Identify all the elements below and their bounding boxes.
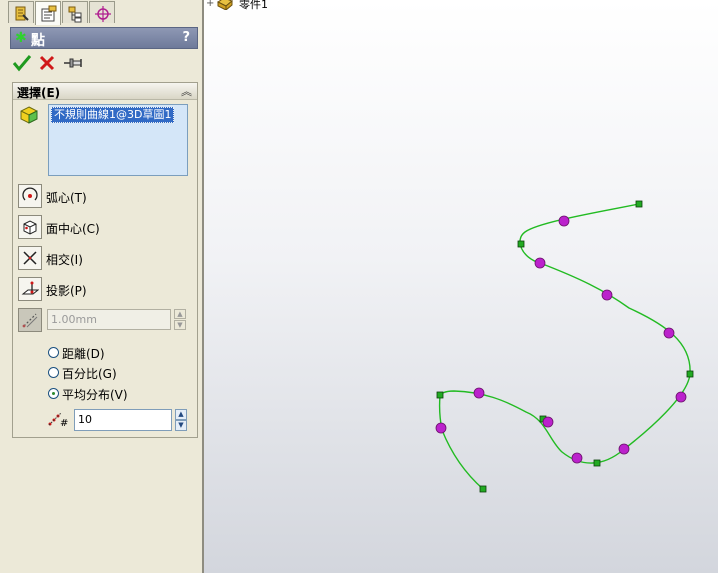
feature-manager-icon <box>15 6 29 21</box>
tab-property-manager[interactable] <box>35 1 61 25</box>
spline-handle[interactable] <box>479 485 487 493</box>
radio-distance-circle[interactable] <box>48 347 59 358</box>
graphics-area[interactable]: + 零件1 <box>204 0 718 573</box>
dim-xpert-icon <box>95 6 111 22</box>
reference-point[interactable] <box>663 327 675 339</box>
spline-handles <box>436 200 694 493</box>
property-manager-panel: ✱ 點 ? 選擇(E) ︽ 不規則曲線1@3D草圖1 弧心(T) 面中心(C) … <box>0 0 202 573</box>
reference-point[interactable] <box>473 387 485 399</box>
distance-spinner[interactable]: ▲ ▼ <box>174 309 186 330</box>
help-button[interactable]: ? <box>182 30 190 45</box>
close-icon <box>39 55 55 71</box>
pushpin-icon <box>64 58 82 68</box>
checkmark-icon <box>12 55 32 72</box>
spline-curve[interactable] <box>438 203 691 490</box>
reference-entities-icon <box>19 105 39 128</box>
distance-along-curve-icon <box>22 313 38 328</box>
tab-configuration-manager[interactable] <box>62 1 88 23</box>
intersection-icon <box>23 251 37 265</box>
svg-text:#: # <box>60 418 68 427</box>
sketch-spline-canvas[interactable] <box>204 0 718 573</box>
reference-point[interactable] <box>618 443 630 455</box>
spline-handle[interactable] <box>635 200 643 208</box>
spline-handle[interactable] <box>436 391 444 399</box>
reference-point[interactable] <box>558 215 570 227</box>
radio-percentage-label: 百分比(G) <box>62 367 117 381</box>
collapse-chevron-icon[interactable]: ︽ <box>181 83 192 99</box>
reference-point[interactable] <box>571 452 583 464</box>
arc-center-button[interactable] <box>18 184 42 208</box>
point-command-title-bar: ✱ 點 ? <box>10 27 198 49</box>
property-manager-icon <box>41 5 57 22</box>
reference-points <box>435 215 687 464</box>
distance-value-field[interactable]: 1.00mm <box>47 309 171 330</box>
radio-even-distribution-label: 平均分布(V) <box>62 388 128 402</box>
radio-percentage-circle[interactable] <box>48 367 59 378</box>
configuration-manager-icon <box>68 6 82 23</box>
point-count-field[interactable]: 10 <box>74 409 172 431</box>
selection-list-box[interactable]: 不規則曲線1@3D草圖1 <box>48 104 188 176</box>
intersection-button[interactable] <box>18 246 42 270</box>
face-center-button[interactable] <box>18 215 42 239</box>
point-feature-icon: ✱ <box>15 30 27 46</box>
ok-button[interactable] <box>12 54 32 72</box>
tab-dim-xpert-manager[interactable] <box>89 1 115 23</box>
reference-point[interactable] <box>601 289 613 301</box>
panel-title: 點 <box>31 33 45 49</box>
spline-handle[interactable] <box>517 240 525 248</box>
face-center-label: 面中心(C) <box>46 222 100 236</box>
keep-visible-pin-button[interactable] <box>62 54 84 72</box>
cancel-button[interactable] <box>38 54 56 72</box>
point-count-spinner[interactable]: ▲ ▼ <box>175 409 187 431</box>
tab-feature-manager[interactable] <box>8 1 34 23</box>
spin-down-icon[interactable]: ▼ <box>175 420 187 431</box>
reference-point[interactable] <box>435 422 447 434</box>
spin-down-icon[interactable]: ▼ <box>174 320 186 330</box>
reference-point[interactable] <box>534 257 546 269</box>
distance-along-curve-button[interactable] <box>18 308 42 332</box>
projection-icon <box>21 281 39 295</box>
projection-button[interactable] <box>18 277 42 301</box>
spline-handle[interactable] <box>593 459 601 467</box>
projection-label: 投影(P) <box>46 284 87 298</box>
radio-even-distribution-circle[interactable] <box>48 388 59 399</box>
arc-center-icon <box>22 187 38 201</box>
selected-spline-item[interactable]: 不規則曲線1@3D草圖1 <box>51 107 175 123</box>
intersection-label: 相交(I) <box>46 253 83 267</box>
reference-point[interactable] <box>542 416 554 428</box>
spin-up-icon[interactable]: ▲ <box>174 309 186 319</box>
spin-up-icon[interactable]: ▲ <box>175 409 187 420</box>
point-count-icon: # <box>47 409 69 430</box>
radio-distance-label: 距離(D) <box>62 347 105 361</box>
reference-point[interactable] <box>675 391 687 403</box>
arc-center-label: 弧心(T) <box>46 191 87 205</box>
selections-group-header[interactable]: 選擇(E) ︽ <box>13 83 197 100</box>
spline-handle[interactable] <box>686 370 694 378</box>
selections-group-title: 選擇(E) <box>17 86 61 100</box>
face-center-icon <box>23 220 37 235</box>
selections-group: 選擇(E) ︽ 不規則曲線1@3D草圖1 弧心(T) 面中心(C) 相交(I) … <box>12 82 198 438</box>
